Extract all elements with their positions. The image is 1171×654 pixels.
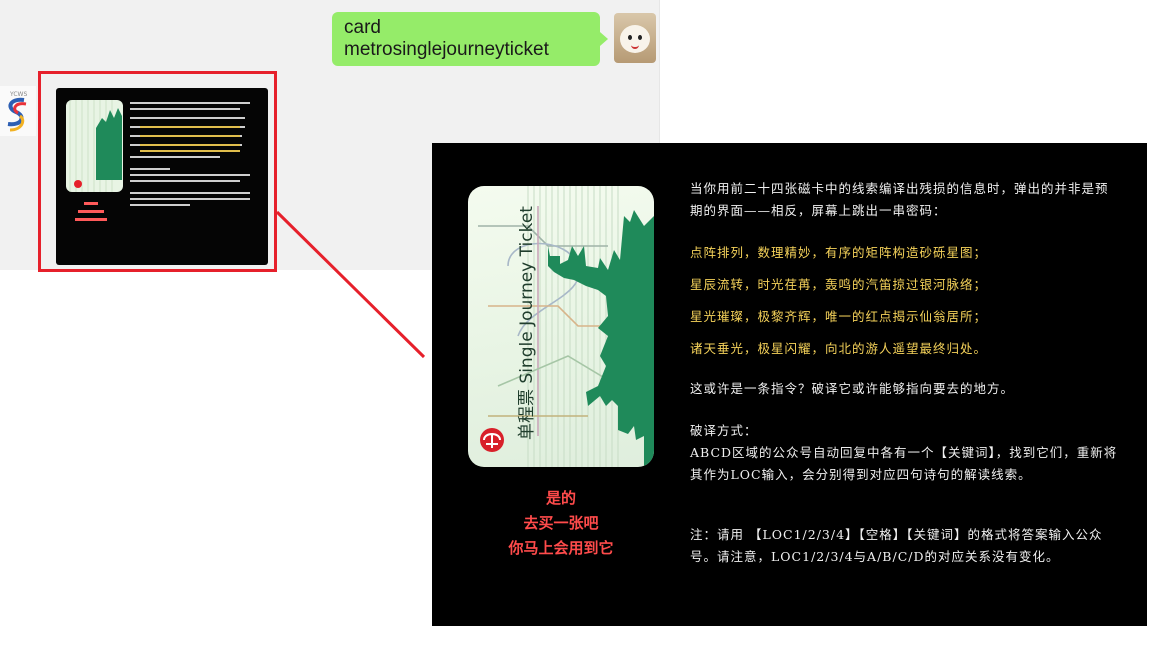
caption-line-3: 你马上会用到它 [508,539,614,557]
intro-text: 当你用前二十四张磁卡中的线索编译出残损的信息时，弹出的并非是预期的界面——相反，… [690,181,1109,218]
svg-text:单程票 Single Journey Ticket: 单程票 Single Journey Ticket [517,206,537,440]
metro-ticket-card: 单程票 Single Journey Ticket [468,186,654,467]
method-title: 破译方式： [690,423,758,438]
hint-text: 这或许是一条指令？破译它或许能够指向要去的地方。 [690,381,1015,396]
poem-line-1: 点阵排列，数理精妙，有序的矩阵构造砂砾星图； [690,245,988,260]
card-title-vertical: 单程票 Single Journey Ticket [517,206,537,440]
metro-map-art [478,186,654,467]
enlarged-image: 单程票 Single Journey Ticket 是的 去买一张吧 你马上会用… [432,143,1147,626]
poem-line-3: 星光璀璨，极黎齐辉，唯一的红点揭示仙翁居所； [690,309,988,324]
note-text: 注：请用 【LOC1/2/3/4】【空格】【关键词】的格式将答案输入公众号。请注… [690,527,1103,564]
caption-line-1: 是的 [545,489,576,507]
method-body: ABCD区域的公众号自动回复中各有一个【关键词】，找到它们，重新将其作为LOC输… [690,445,1118,482]
poem-line-4: 诸天垂光，极星闪耀，向北的游人遥望最终归处。 [690,341,988,356]
card-title-en: Single Journey Ticket [517,206,537,384]
caption-line-2: 去买一张吧 [523,514,599,532]
poem-line-2: 星辰流转，时光荏苒，轰鸣的汽笛掠过银河脉络； [690,277,988,292]
card-title-cn: 单程票 [517,389,537,440]
